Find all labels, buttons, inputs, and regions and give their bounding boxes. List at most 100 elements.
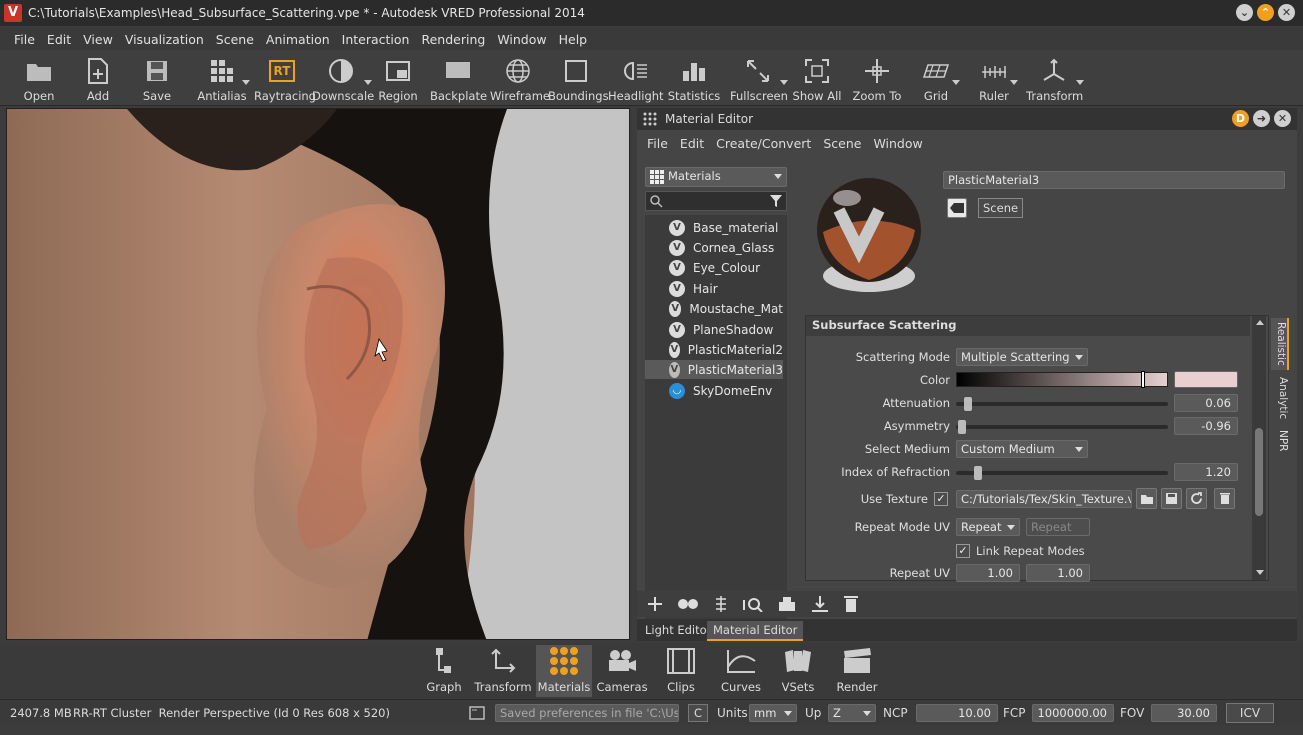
me-menu-edit[interactable]: Edit — [680, 136, 704, 151]
attenuation-slider-knob[interactable] — [964, 397, 972, 411]
scene-button[interactable]: Scene — [978, 198, 1024, 218]
ior-slider[interactable] — [956, 466, 1168, 480]
me-menu-window[interactable]: Window — [873, 136, 922, 151]
tree-item-planeshadow[interactable]: V PlaneShadow — [645, 320, 783, 339]
menu-help[interactable]: Help — [559, 32, 588, 47]
show-all-button[interactable]: Show All — [792, 54, 842, 104]
panel-forward-icon[interactable]: ➜ — [1253, 110, 1270, 127]
me-menu-create-convert[interactable]: Create/Convert — [716, 136, 811, 151]
units-combo[interactable]: mm — [749, 704, 797, 722]
reload-texture-button[interactable] — [1186, 488, 1207, 509]
dock-vsets[interactable]: VSets — [774, 645, 822, 697]
import-material-icon[interactable] — [811, 595, 829, 613]
color-slider-knob[interactable] — [1141, 371, 1145, 388]
wireframe-button[interactable]: Wireframe — [490, 54, 550, 104]
color-gradient-slider[interactable] — [956, 371, 1168, 388]
dock-curves[interactable]: Curves — [716, 645, 766, 697]
properties-scroll-thumb[interactable] — [1255, 428, 1263, 516]
dock-render[interactable]: Render — [832, 645, 882, 697]
apply-material-icon[interactable] — [777, 596, 797, 612]
antialias-button[interactable]: Antialias — [196, 54, 250, 104]
ncp-input[interactable]: 10.00 — [916, 704, 998, 722]
add-button[interactable]: Add — [74, 54, 122, 104]
grid-dropdown-icon[interactable] — [952, 80, 960, 85]
dock-transform[interactable]: Transform — [474, 645, 532, 697]
open-button[interactable]: Open — [14, 54, 64, 104]
tag-icon[interactable] — [947, 198, 967, 218]
transform-dropdown-icon[interactable] — [1076, 80, 1084, 85]
scattering-mode-combo[interactable]: Multiple Scattering — [956, 348, 1088, 366]
menu-animation[interactable]: Animation — [266, 32, 330, 47]
me-menu-scene[interactable]: Scene — [823, 136, 861, 151]
texture-path-input[interactable]: C:/Tutorials/Tex/Skin_Texture.vif — [956, 490, 1132, 508]
asymmetry-slider[interactable] — [956, 420, 1168, 434]
dock-cameras[interactable]: Cameras — [596, 645, 648, 697]
attenuation-slider[interactable] — [956, 397, 1168, 411]
open-texture-button[interactable] — [1136, 488, 1157, 509]
antialias-dropdown-icon[interactable] — [242, 80, 250, 85]
minimize-button[interactable]: ⌄ — [1236, 4, 1253, 21]
filter-funnel-icon[interactable] — [769, 194, 783, 208]
tab-realistic[interactable]: Realistic — [1271, 318, 1289, 370]
up-axis-combo[interactable]: Z — [828, 704, 876, 722]
dock-graph[interactable]: Graph — [420, 645, 468, 697]
link-repeat-checkbox[interactable]: ✓ — [956, 544, 970, 558]
tab-material-editor[interactable]: Material Editor — [707, 621, 804, 641]
render-viewport[interactable] — [6, 108, 630, 640]
repeat-mode-combo[interactable]: Repeat — [956, 518, 1020, 536]
scroll-up-icon[interactable] — [1256, 320, 1264, 325]
downscale-dropdown-icon[interactable] — [364, 80, 372, 85]
fullscreen-button[interactable]: Fullscreen — [730, 54, 788, 104]
plus-icon[interactable] — [647, 596, 663, 612]
tree-item-moustache-mat[interactable]: V Moustache_Mat — [645, 299, 783, 318]
menu-view[interactable]: View — [83, 32, 113, 47]
tab-analytic[interactable]: Analytic — [1271, 372, 1289, 424]
menu-window[interactable]: Window — [497, 32, 546, 47]
console-icon[interactable] — [469, 706, 485, 720]
tab-npr[interactable]: NPR — [1271, 426, 1289, 456]
save-button[interactable]: Save — [132, 54, 182, 104]
downscale-button[interactable]: Downscale — [312, 54, 374, 104]
zoom-to-button[interactable]: Zoom To — [850, 54, 904, 104]
menu-file[interactable]: File — [14, 32, 35, 47]
menu-rendering[interactable]: Rendering — [421, 32, 485, 47]
ruler-dropdown-icon[interactable] — [1010, 80, 1018, 85]
tree-item-skydomeenv[interactable]: ◡ SkyDomeEnv — [645, 381, 783, 400]
attenuation-input[interactable]: 0.06 — [1174, 394, 1238, 412]
asymmetry-input[interactable]: -0.96 — [1174, 417, 1238, 435]
raytracing-button[interactable]: RT Raytracing — [254, 54, 316, 104]
properties-scrollbar[interactable] — [1252, 316, 1266, 580]
dock-mode-icon[interactable]: D — [1232, 110, 1249, 127]
me-menu-file[interactable]: File — [647, 136, 668, 151]
statistics-button[interactable]: Statistics — [666, 54, 722, 104]
menu-visualization[interactable]: Visualization — [125, 32, 204, 47]
ior-input[interactable]: 1.20 — [1174, 463, 1238, 481]
menu-scene[interactable]: Scene — [216, 32, 254, 47]
ior-slider-knob[interactable] — [974, 466, 982, 480]
fov-input[interactable]: 30.00 — [1151, 704, 1217, 722]
use-texture-checkbox[interactable]: ✓ — [934, 492, 948, 506]
material-search-input[interactable] — [645, 191, 787, 211]
maximize-button[interactable]: ⌃ — [1257, 4, 1274, 21]
scroll-down-icon[interactable] — [1256, 570, 1264, 575]
fcp-input[interactable]: 1000000.00 — [1032, 704, 1114, 722]
save-texture-button[interactable] — [1161, 488, 1182, 509]
close-button[interactable]: ✕ — [1278, 4, 1295, 21]
clear-console-button[interactable]: C — [688, 704, 708, 722]
tree-item-plasticmaterial2[interactable]: V PlasticMaterial2 — [645, 340, 783, 359]
ruler-button[interactable]: Ruler — [972, 54, 1018, 104]
menu-edit[interactable]: Edit — [47, 32, 71, 47]
boundings-button[interactable]: Boundings — [548, 54, 609, 104]
tree-item-base-material[interactable]: V Base_material — [645, 218, 783, 237]
select-medium-combo[interactable]: Custom Medium — [956, 440, 1088, 458]
find-material-icon[interactable] — [743, 596, 763, 612]
material-name-input[interactable]: PlasticMaterial3 — [943, 171, 1285, 189]
tree-item-cornea-glass[interactable]: V Cornea_Glass — [645, 238, 783, 257]
tree-item-plasticmaterial3[interactable]: V PlasticMaterial3 — [645, 360, 783, 379]
link-nodes-icon[interactable] — [677, 597, 699, 611]
menu-interaction[interactable]: Interaction — [342, 32, 410, 47]
dock-materials[interactable]: Materials — [536, 645, 592, 697]
delete-texture-button[interactable] — [1214, 488, 1235, 509]
materials-filter-combo[interactable]: Materials — [645, 167, 787, 187]
tree-item-eye-colour[interactable]: V Eye_Colour — [645, 258, 783, 277]
